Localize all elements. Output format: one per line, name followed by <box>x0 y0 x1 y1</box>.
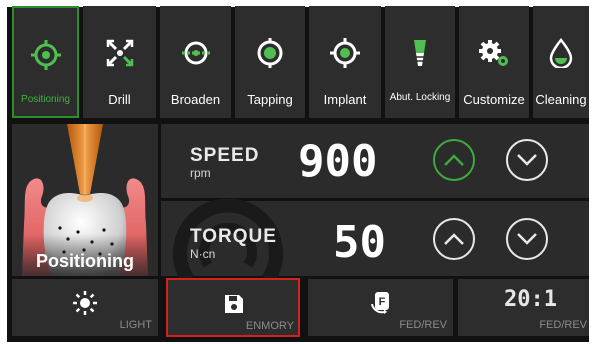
tab-customize[interactable]: Customize <box>459 6 529 118</box>
tab-label: Customize <box>463 92 525 107</box>
speed-unit: rpm <box>190 166 211 180</box>
cleaning-icon <box>533 34 589 72</box>
tab-label: Positioning <box>21 94 70 105</box>
speed-increase-button[interactable] <box>433 139 475 181</box>
memory-label: ENMORY <box>245 320 294 332</box>
torque-label: TORQUE <box>190 226 277 247</box>
abut-locking-icon <box>385 34 455 72</box>
gear-ratio-button[interactable]: 20:1 FED/REV <box>458 279 589 336</box>
tab-tapping[interactable]: Tapping <box>235 6 305 118</box>
svg-text:F: F <box>379 296 386 308</box>
gear-ratio-label: FED/REV <box>539 319 587 331</box>
tab-implant[interactable]: Implant <box>309 6 381 118</box>
positioning-icon <box>14 36 77 74</box>
torque-decrease-button[interactable] <box>506 218 548 260</box>
implant-icon <box>309 34 381 72</box>
torque-increase-button[interactable] <box>433 218 475 260</box>
tab-label: Cleaning <box>535 92 587 107</box>
chevron-up-icon <box>444 233 464 245</box>
position-preview: Positioning <box>12 124 158 276</box>
tab-drill[interactable]: Drill <box>83 6 156 118</box>
tab-broaden[interactable]: Broaden <box>160 6 231 118</box>
speed-decrease-button[interactable] <box>506 139 548 181</box>
speed-label: SPEED <box>190 145 260 166</box>
sun-icon <box>73 291 97 315</box>
forward-reverse-button[interactable]: F FED/REV <box>308 279 453 336</box>
preview-label: Positioning <box>36 251 134 271</box>
save-icon <box>225 295 243 313</box>
tab-positioning[interactable]: Positioning <box>12 6 79 118</box>
tab-label: Implant <box>323 92 367 107</box>
tab-abut-locking[interactable]: Abut. Locking <box>385 6 455 118</box>
tab-label: Abut. Locking <box>389 92 451 103</box>
chevron-up-icon <box>444 154 464 166</box>
light-button[interactable]: LIGHT <box>12 279 158 336</box>
fedrev-label: FED/REV <box>399 319 447 331</box>
memory-button[interactable]: ENMORY <box>166 278 300 337</box>
torque-unit: N·cn <box>190 247 216 261</box>
torque-value: 50 <box>333 217 386 268</box>
tab-cleaning[interactable]: Cleaning <box>533 6 589 118</box>
drill-icon <box>83 34 156 72</box>
tab-label: Tapping <box>247 92 293 107</box>
speed-value: 900 <box>298 136 378 187</box>
gear-ratio-value: 20:1 <box>504 287 557 312</box>
tapping-icon <box>235 34 305 72</box>
light-label: LIGHT <box>119 319 152 331</box>
customize-icon <box>459 34 529 72</box>
broaden-icon <box>160 34 231 72</box>
tab-label: Broaden <box>170 92 221 107</box>
chevron-down-icon <box>517 154 537 166</box>
forward-reverse-icon: F <box>371 292 389 314</box>
tab-label: Drill <box>108 92 131 107</box>
chevron-down-icon <box>517 233 537 245</box>
